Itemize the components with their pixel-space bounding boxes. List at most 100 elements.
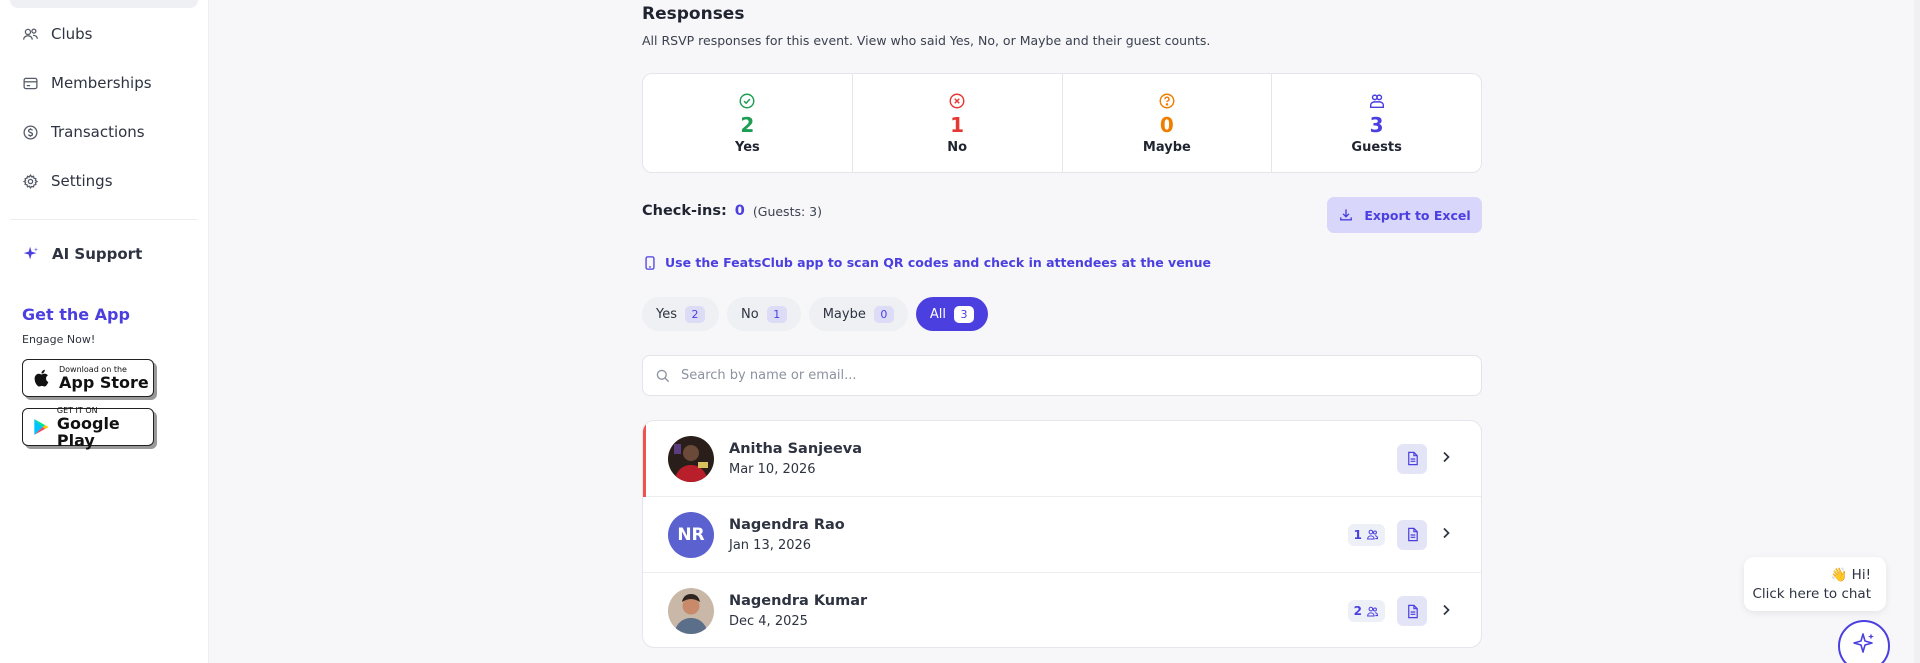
avatar: NR [668, 511, 714, 558]
stat-label: No [947, 139, 968, 155]
filter-no[interactable]: No 1 [727, 297, 801, 331]
sidebar-active-item[interactable] [10, 0, 198, 8]
sparkle-icon [1853, 633, 1874, 653]
sidebar-item-label: Settings [51, 172, 113, 190]
filter-yes[interactable]: Yes 2 [642, 297, 719, 331]
filter-count-badge: 2 [685, 305, 705, 323]
guest-count-badge: 1 [1347, 523, 1385, 546]
search-icon [656, 369, 670, 382]
filter-count-badge: 1 [766, 305, 787, 323]
export-to-excel-button[interactable]: Export to Excel [1327, 197, 1482, 233]
checkins-guests: (Guests: 3) [752, 203, 822, 219]
guest-count-badge: 2 [1347, 600, 1385, 622]
filter-label: Yes [656, 306, 677, 322]
document-icon [1407, 451, 1418, 466]
sidebar-item-ai-support[interactable]: AI Support [22, 245, 142, 263]
sidebar-item-label: Transactions [51, 123, 145, 141]
dollar-circle-icon [23, 124, 38, 140]
sidebar-item-label: AI Support [52, 245, 143, 263]
qr-scan-note: Use the FeatsClub app to scan QR codes a… [644, 255, 1211, 270]
users-icon [23, 28, 38, 40]
filter-all[interactable]: All 3 [915, 297, 988, 331]
x-circle-icon [949, 93, 965, 108]
sidebar: Clubs Memberships Transactions Settings … [0, 0, 209, 663]
filter-label: Maybe [822, 306, 866, 322]
google-play-big-text: Google Play [56, 413, 120, 450]
rsvp-stats-card: 2 Yes 1 No 0 Maybe 3 Guests [642, 73, 1482, 173]
chat-greeting-bubble[interactable]: 👋 Hi! Click here to chat [1744, 557, 1886, 611]
guests-icon [1367, 529, 1379, 540]
google-play-badge[interactable]: GET IT ON Google Play [22, 406, 154, 450]
details-button[interactable] [1397, 443, 1427, 474]
attendee-list: Anitha Sanjeeva Mar 10, 2026 NR Nagendra… [642, 420, 1482, 648]
check-circle-icon [739, 93, 755, 108]
page-title: Responses [642, 4, 745, 24]
sparkle-icon [23, 246, 39, 260]
filter-label: All [929, 306, 946, 322]
chevron-right-icon[interactable] [1439, 602, 1453, 621]
stat-no: 1 No [853, 74, 1063, 172]
stat-value: 2 [740, 112, 755, 137]
guests-icon [1369, 93, 1384, 108]
avatar [668, 588, 714, 634]
sidebar-item-settings[interactable]: Settings [22, 169, 113, 193]
attendee-date: Jan 13, 2026 [729, 537, 812, 553]
get-app-title: Get the App [22, 305, 130, 324]
gear-icon [22, 173, 39, 189]
guest-count: 1 [1353, 527, 1362, 542]
guest-count: 2 [1353, 604, 1362, 618]
avatar-photo [668, 435, 714, 482]
stat-maybe: 0 Maybe [1063, 74, 1273, 172]
sidebar-item-clubs[interactable]: Clubs [22, 22, 92, 46]
app-store-big-text: App Store [59, 373, 149, 392]
sidebar-item-memberships[interactable]: Memberships [22, 71, 152, 95]
chevron-right-icon[interactable] [1439, 525, 1453, 544]
get-app-subtitle: Engage Now! [22, 333, 96, 346]
sidebar-item-transactions[interactable]: Transactions [22, 120, 145, 144]
export-button-label: Export to Excel [1364, 207, 1471, 223]
stat-value: 3 [1369, 112, 1384, 137]
filter-count-badge: 3 [953, 305, 974, 323]
attendee-date: Dec 4, 2025 [729, 614, 808, 629]
app-store-badge[interactable]: Download on the App Store [22, 359, 154, 397]
card-icon [23, 77, 38, 89]
checkins-summary: Check-ins: 0 (Guests: 3) [642, 203, 822, 219]
stat-value: 1 [950, 112, 965, 137]
page-scrollbar[interactable] [1914, 0, 1920, 663]
question-circle-icon [1159, 93, 1175, 108]
chat-launcher-button[interactable] [1838, 620, 1890, 663]
document-icon [1407, 604, 1418, 618]
guests-icon [1367, 606, 1379, 616]
stat-guests: 3 Guests [1272, 74, 1481, 172]
search-box [642, 355, 1482, 396]
sidebar-item-label: Clubs [51, 25, 93, 43]
chevron-right-icon[interactable] [1439, 449, 1453, 468]
attendee-row[interactable]: Nagendra Kumar Dec 4, 2025 2 [643, 573, 1481, 647]
stat-label: Guests [1351, 139, 1402, 155]
attendee-name: Nagendra Rao [729, 516, 845, 533]
stat-label: Maybe [1142, 139, 1191, 155]
filter-label: No [741, 306, 759, 322]
details-button[interactable] [1397, 596, 1427, 626]
qr-note-text: Use the FeatsClub app to scan QR codes a… [665, 255, 1211, 270]
avatar-photo [668, 588, 714, 634]
details-button[interactable] [1397, 519, 1427, 550]
attendee-row[interactable]: Anitha Sanjeeva Mar 10, 2026 [643, 421, 1481, 497]
stat-yes: 2 Yes [643, 74, 853, 172]
avatar [668, 435, 714, 482]
search-input[interactable] [681, 368, 1441, 383]
document-icon [1407, 527, 1418, 542]
stat-value: 0 [1159, 112, 1174, 137]
google-play-icon [34, 419, 49, 435]
filter-maybe[interactable]: Maybe 0 [808, 297, 908, 331]
rsvp-filter-tabs: Yes 2 No 1 Maybe 0 All 3 [642, 297, 988, 331]
phone-icon [645, 255, 655, 270]
download-icon [1340, 209, 1353, 221]
attendee-date: Mar 10, 2026 [729, 461, 816, 477]
checkins-label: Check-ins: [642, 203, 727, 219]
chat-greeting: 👋 Hi! [1830, 567, 1871, 583]
attendee-row[interactable]: NR Nagendra Rao Jan 13, 2026 1 [643, 497, 1481, 573]
chat-cta: Click here to chat [1752, 586, 1871, 602]
attendee-name: Anitha Sanjeeva [729, 440, 863, 457]
checkins-count: 0 [734, 203, 745, 219]
